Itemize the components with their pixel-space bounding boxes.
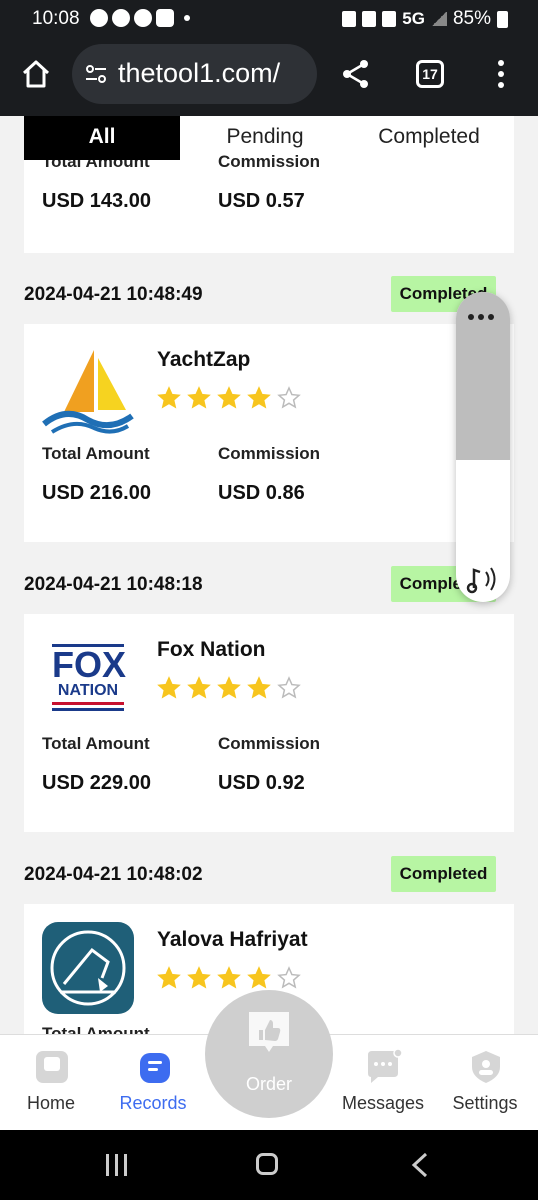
tab-pending[interactable]: Pending (192, 116, 338, 160)
thumbs-up-icon (249, 1012, 289, 1052)
order-label: Order (245, 1074, 292, 1094)
system-home-icon[interactable] (256, 1153, 278, 1175)
nav-messages[interactable]: Messages (338, 1035, 428, 1131)
star-filled-icon (157, 966, 181, 989)
messenger-icon (90, 9, 108, 27)
audio-playback-icon[interactable] (466, 564, 500, 594)
nav-records[interactable]: Records (108, 1035, 198, 1131)
tab-completed[interactable]: Completed (354, 116, 504, 160)
order-button[interactable]: Order (205, 990, 333, 1118)
settings-nav-icon (472, 1051, 500, 1083)
commission-label: Commission (218, 444, 321, 463)
star-empty-icon (277, 966, 301, 989)
status-badge: Completed (391, 856, 496, 892)
mute-icon (382, 11, 397, 27)
star-filled-icon (217, 966, 241, 989)
nav-home[interactable]: Home (6, 1035, 96, 1131)
battery-percent: 85% (452, 8, 491, 29)
rating-stars (157, 386, 301, 410)
app-icon (156, 9, 174, 27)
tab-switcher-button[interactable]: 17 (416, 60, 444, 88)
total-amount-value: USD 229.00 (42, 772, 151, 794)
nav-settings-label: Settings (452, 1093, 518, 1113)
sailboat-logo-icon (42, 350, 134, 434)
total-amount-value: USD 216.00 (42, 482, 151, 504)
home-nav-icon (36, 1051, 68, 1083)
star-filled-icon (187, 386, 211, 409)
rating-stars (157, 966, 301, 990)
star-filled-icon (217, 676, 241, 699)
total-amount-label: Total Amount (42, 444, 150, 463)
battery-saver-icon (342, 11, 357, 27)
star-filled-icon (157, 386, 181, 409)
commission-value: USD 0.92 (218, 772, 305, 794)
nav-home-label: Home (26, 1093, 75, 1113)
status-tabs: All Pending Completed (24, 116, 514, 162)
status-bar: 10:08 5G 85% (0, 0, 538, 38)
system-navigation-bar (0, 1130, 538, 1200)
record-datetime: 2024-04-21 10:48:18 (24, 574, 203, 595)
fox-nation-logo-text: NATION (57, 682, 119, 699)
total-amount-value: USD 143.00 (42, 190, 151, 212)
record-name: Yalova Hafriyat (157, 928, 308, 951)
total-amount-label: Total Amount (42, 734, 150, 753)
battery-icon (497, 10, 508, 28)
record-name: Fox Nation (157, 638, 266, 661)
browser-toolbar: thetool1.com/ 17 (0, 38, 538, 116)
record-name: YachtZap (157, 348, 251, 371)
floating-media-widget[interactable] (456, 292, 510, 602)
messenger-icon (112, 9, 130, 27)
rating-stars (157, 676, 301, 700)
star-filled-icon (157, 676, 181, 699)
nav-records-label: Records (119, 1093, 187, 1113)
messages-nav-icon (368, 1049, 402, 1083)
address-bar[interactable]: thetool1.com/ (72, 44, 317, 104)
messenger-icon (134, 9, 152, 27)
commission-value: USD 0.57 (218, 190, 305, 212)
nav-settings[interactable]: Settings (440, 1035, 530, 1131)
star-empty-icon (277, 386, 301, 409)
fox-nation-logo-icon: FOX NATION (42, 638, 134, 730)
tab-all[interactable]: All (24, 116, 180, 160)
nav-messages-label: Messages (341, 1093, 425, 1113)
browser-menu-icon[interactable] (496, 60, 506, 90)
home-icon[interactable] (20, 58, 52, 90)
commission-value: USD 0.86 (218, 482, 305, 504)
status-right: 5G 85% (342, 8, 508, 30)
site-settings-icon[interactable] (84, 62, 108, 86)
star-empty-icon (277, 676, 301, 699)
back-icon[interactable] (410, 1152, 430, 1178)
star-filled-icon (217, 386, 241, 409)
share-icon[interactable] (340, 58, 372, 90)
fox-nation-logo-text: FOX (52, 644, 127, 685)
excavator-logo-icon (42, 922, 134, 1014)
alarm-icon (362, 11, 377, 27)
record-datetime: 2024-04-21 10:48:49 (24, 284, 203, 305)
more-options-icon[interactable] (468, 314, 494, 320)
records-nav-icon (140, 1053, 170, 1083)
record-card[interactable]: YachtZap Total Amount Commission USD 216… (24, 324, 514, 542)
record-card[interactable]: FOX NATION Fox Nation Total Amount Commi… (24, 614, 514, 832)
record-datetime: 2024-04-21 10:48:02 (24, 864, 203, 885)
network-type: 5G (402, 9, 425, 28)
status-time: 10:08 (32, 8, 80, 29)
star-filled-icon (247, 966, 271, 989)
total-amount-label: Total Amount (42, 1024, 150, 1034)
more-notifications-icon (184, 15, 190, 21)
star-filled-icon (187, 966, 211, 989)
notification-icons (90, 9, 190, 27)
star-filled-icon (247, 676, 271, 699)
signal-icon (430, 12, 447, 26)
star-filled-icon (247, 386, 271, 409)
recent-apps-icon[interactable] (106, 1154, 127, 1176)
star-filled-icon (187, 676, 211, 699)
commission-label: Commission (218, 734, 321, 753)
url-text: thetool1.com/ (118, 58, 281, 88)
